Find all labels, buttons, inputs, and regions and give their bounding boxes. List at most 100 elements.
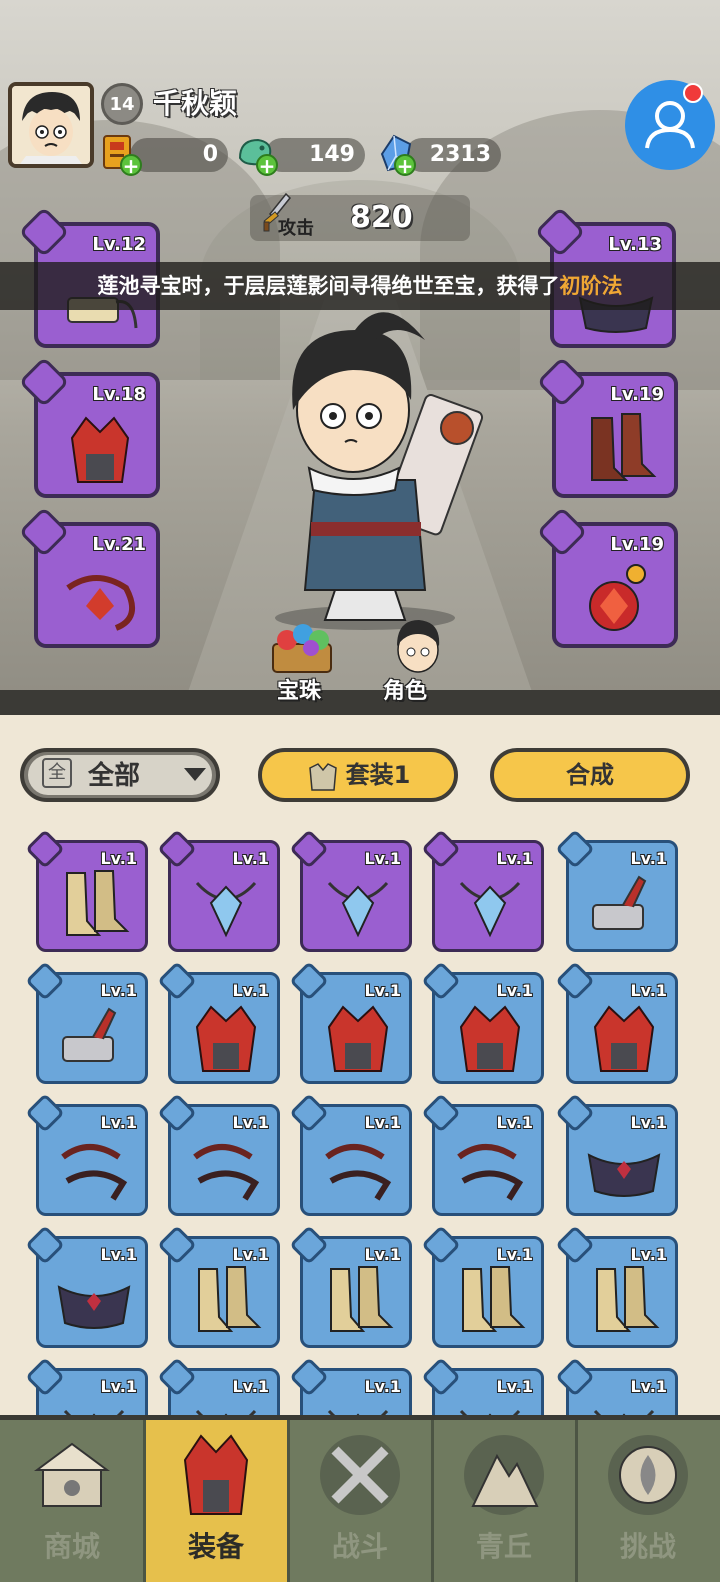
equip-slot-boots[interactable]: Lv.19: [536, 356, 678, 498]
bracer-icon: [325, 1144, 392, 1201]
player-level: 14: [109, 93, 135, 115]
hero-character[interactable]: [245, 300, 485, 630]
helmet-icon: [195, 1005, 257, 1072]
helmet-icon: [327, 1005, 389, 1072]
equip-slot-necklace[interactable]: Lv.19: [536, 506, 678, 648]
player-level-badge: 14: [101, 83, 143, 125]
inventory-item[interactable]: Lv.1: [157, 961, 280, 1084]
inventory-item[interactable]: Lv.1: [555, 961, 678, 1084]
add-scroll-button[interactable]: +: [120, 154, 142, 176]
nav-label: 挑战: [619, 1530, 676, 1563]
nav-divider: [431, 1420, 434, 1582]
inventory-item[interactable]: Lv.1: [157, 1225, 280, 1348]
inventory-item[interactable]: Lv.1: [25, 1093, 148, 1216]
player-avatar[interactable]: [8, 82, 94, 168]
character-portrait-icon[interactable]: [385, 612, 451, 678]
notification-dot: [683, 83, 703, 103]
nav-divider: [287, 1420, 290, 1582]
nav-equipment[interactable]: 装备: [144, 1420, 288, 1582]
inventory-item[interactable]: Lv.1: [421, 1093, 544, 1216]
nav-label: 战斗: [331, 1530, 388, 1563]
equip-slot-helmet[interactable]: Lv.18: [18, 356, 160, 498]
inventory-item[interactable]: Lv.1: [289, 829, 412, 952]
inventory-item[interactable]: Lv.1: [555, 829, 678, 952]
nav-label: 青丘: [475, 1530, 532, 1563]
resource-scroll-value: 0: [130, 138, 228, 172]
filter-all-icon: 全: [42, 758, 72, 788]
helmet-icon: [70, 416, 130, 483]
necklace-icon: [589, 564, 646, 631]
inventory-item[interactable]: Lv.1: [289, 1093, 412, 1216]
helmet-icon: [459, 1005, 521, 1072]
nav-label: 装备: [187, 1530, 244, 1563]
inventory-item[interactable]: Lv.1: [25, 961, 148, 1084]
filter-label: 全部: [88, 761, 141, 791]
weapon-icon: [592, 875, 647, 930]
inventory-item[interactable]: Lv.1: [157, 1093, 280, 1216]
inventory-item[interactable]: Lv.1: [289, 961, 412, 1084]
nav-label: 商城: [43, 1530, 100, 1563]
player-name: 千秋颖: [153, 87, 238, 120]
nav-divider: [575, 1420, 578, 1582]
boots-icon: [66, 870, 130, 936]
necklace-icon: [327, 881, 389, 938]
inventory-item[interactable]: Lv.1: [25, 829, 148, 952]
inventory-item[interactable]: Lv.1: [289, 1225, 412, 1348]
slot-level: Lv.19: [610, 384, 664, 405]
necklace-icon: [459, 881, 521, 938]
slot-level: Lv.21: [92, 534, 146, 555]
boots-icon: [330, 1266, 394, 1332]
slot-level: Lv.12: [92, 234, 146, 255]
equipment-icon: [183, 1434, 249, 1515]
inventory-item[interactable]: Lv.1: [421, 961, 544, 1084]
character-button-label[interactable]: 角色: [383, 673, 427, 705]
nav-challenge[interactable]: 挑战: [576, 1420, 720, 1582]
chevron-down-icon: [184, 768, 206, 781]
helmet-icon: [593, 1005, 655, 1072]
belt-icon: [57, 1285, 131, 1329]
belt-icon: [587, 1153, 661, 1197]
attack-label: 攻击: [278, 218, 314, 239]
challenge-icon: [608, 1435, 688, 1515]
resource-jade-value: 149: [265, 138, 365, 172]
orb-chest-icon[interactable]: [265, 618, 339, 678]
banner-highlight: 初阶法: [559, 274, 623, 298]
add-jade-button[interactable]: +: [256, 154, 278, 176]
combine-button[interactable]: 合成: [490, 748, 690, 802]
inventory-item[interactable]: Lv.1: [157, 829, 280, 952]
inventory-item[interactable]: Lv.1: [25, 1225, 148, 1348]
inventory-item[interactable]: Lv.1: [421, 829, 544, 952]
inventory-item[interactable]: Lv.1: [421, 1225, 544, 1348]
resource-crystal-value: 2313: [405, 138, 501, 172]
bracer-icon: [457, 1144, 524, 1201]
bracer-icon: [61, 1144, 128, 1201]
add-crystal-button[interactable]: +: [394, 154, 416, 176]
inventory-item[interactable]: Lv.1: [555, 1093, 678, 1216]
nav-mountain[interactable]: 青丘: [432, 1420, 576, 1582]
orbs-button-label[interactable]: 宝珠: [277, 673, 321, 705]
equipment-set-button[interactable]: 套装1: [258, 748, 458, 802]
attack-value: 820: [350, 200, 413, 235]
necklace-icon: [195, 881, 257, 938]
boots-icon: [596, 1266, 660, 1332]
boots-icon: [591, 413, 657, 481]
nav-shop[interactable]: 商城: [0, 1420, 144, 1582]
equip-slot-bracer[interactable]: Lv.21: [18, 506, 160, 648]
armor-set-icon: [306, 761, 340, 791]
inventory-item[interactable]: Lv.1: [555, 1225, 678, 1348]
set-label: 套装1: [345, 761, 411, 789]
bracer-icon: [193, 1144, 260, 1201]
boots-icon: [198, 1266, 262, 1332]
shop-icon: [33, 1442, 111, 1507]
slot-level: Lv.19: [610, 534, 664, 555]
weapon-icon: [62, 1007, 117, 1062]
nav-divider: [143, 1420, 146, 1582]
bracer-icon: [66, 575, 136, 631]
battle-icon: [320, 1435, 400, 1515]
slot-level: Lv.18: [92, 384, 146, 405]
slot-level: Lv.13: [608, 234, 662, 255]
nav-battle[interactable]: 战斗: [288, 1420, 432, 1582]
boots-icon: [462, 1266, 526, 1332]
banner-text: 莲池寻宝时，于层层莲影间寻得绝世至宝，获得了: [97, 274, 560, 298]
mountain-icon: [464, 1435, 544, 1515]
